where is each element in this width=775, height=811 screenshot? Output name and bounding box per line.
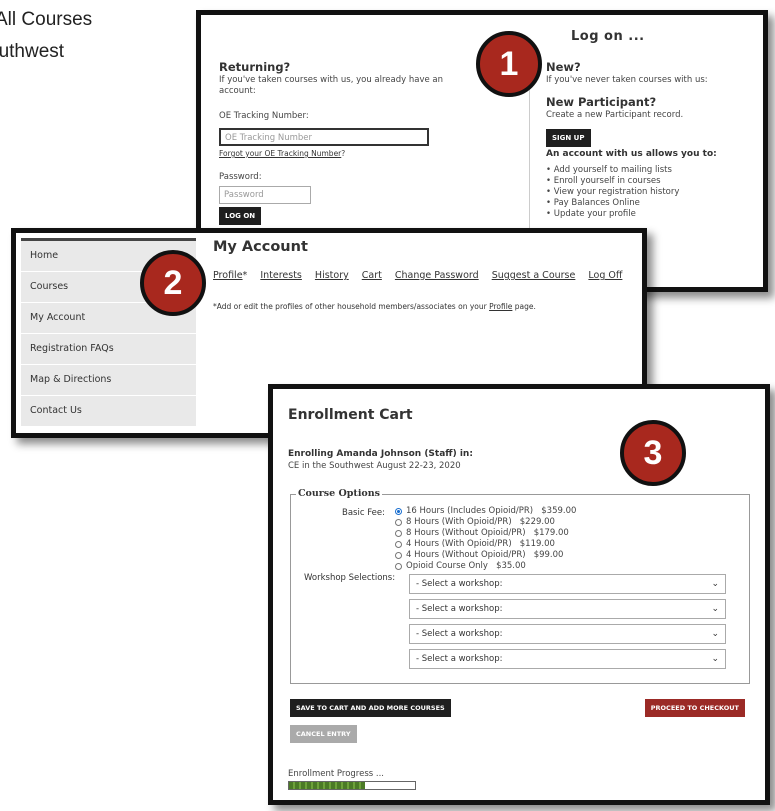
radio[interactable] — [395, 552, 402, 559]
new-heading: New? — [546, 60, 581, 74]
workshop-select-2[interactable]: - Select a workshop: ⌄ — [409, 599, 726, 619]
returning-desc: If you've taken courses with us, you alr… — [219, 75, 444, 96]
chevron-down-icon: ⌄ — [711, 604, 719, 614]
benefit-item: • Pay Balances Online — [546, 198, 640, 208]
benefit-item: • Add yourself to mailing lists — [546, 165, 672, 175]
password-input[interactable]: Password — [219, 186, 311, 204]
step-badge-3: 3 — [620, 420, 686, 486]
enrollment-progress-bar — [288, 781, 416, 790]
tracking-label: OE Tracking Number: — [219, 111, 309, 121]
nav-change-password[interactable]: Change Password — [395, 270, 479, 281]
workshop-select-4[interactable]: - Select a workshop: ⌄ — [409, 649, 726, 669]
fee-option[interactable]: 16 Hours (Includes Opioid/PR) $359.00 — [395, 506, 576, 517]
workshop-select-3[interactable]: - Select a workshop: ⌄ — [409, 624, 726, 644]
radio[interactable] — [395, 530, 402, 537]
nav-logoff[interactable]: Log Off — [588, 270, 622, 281]
chevron-down-icon: ⌄ — [711, 579, 719, 589]
radio-selected[interactable] — [395, 508, 402, 515]
step-badge-2: 2 — [140, 250, 206, 316]
workshop-label: Workshop Selections: — [304, 573, 396, 583]
new-desc: If you've never taken courses with us: — [546, 75, 708, 85]
forgot-tracking-link[interactable]: Forgot your OE Tracking Number — [219, 149, 341, 158]
progress-label: Enrollment Progress ... — [288, 769, 385, 779]
nav-profile[interactable]: Profile — [213, 270, 243, 281]
account-nav: Profile* Interests History Cart Change P… — [213, 270, 632, 281]
nav-history[interactable]: History — [315, 270, 349, 281]
tracking-input[interactable]: OE Tracking Number — [219, 128, 429, 146]
save-to-cart-button[interactable]: SAVE TO CART AND ADD MORE COURSES — [290, 699, 451, 717]
sidebar-item-map-directions[interactable]: Map & Directions — [21, 365, 196, 396]
workshop-select-1[interactable]: - Select a workshop: ⌄ — [409, 574, 726, 594]
nav-profile-mark: * — [242, 270, 248, 281]
returning-heading: Returning? — [219, 60, 291, 74]
cancel-entry-button[interactable]: CANCEL ENTRY — [290, 725, 357, 743]
benefit-item: • Enroll yourself in courses — [546, 176, 661, 186]
course-options: Course Options Basic Fee: 16 Hours (Incl… — [290, 488, 750, 684]
benefit-item: • View your registration history — [546, 187, 680, 197]
logon-title: Log on ... — [571, 29, 645, 44]
fee-option[interactable]: 4 Hours (Without Opioid/PR) $99.00 — [395, 550, 576, 561]
radio[interactable] — [395, 519, 402, 526]
cart-title: Enrollment Cart — [288, 407, 413, 423]
fee-option[interactable]: 8 Hours (Without Opioid/PR) $179.00 — [395, 528, 576, 539]
radio[interactable] — [395, 563, 402, 570]
basic-fee-label: Basic Fee: — [342, 508, 385, 518]
signup-button[interactable]: SIGN UP — [546, 129, 591, 147]
nav-suggest-course[interactable]: Suggest a Course — [492, 270, 576, 281]
session-name: CE in the Southwest August 22-23, 2020 — [288, 461, 461, 471]
sidebar-item-contact-us[interactable]: Contact Us — [21, 396, 196, 427]
profile-note: *Add or edit the profiles of other house… — [213, 302, 536, 311]
nav-cart[interactable]: Cart — [362, 270, 382, 281]
note-profile-link[interactable]: Profile — [489, 302, 512, 311]
cart-panel: Enrollment Cart Enrolling Amanda Johnson… — [268, 384, 770, 805]
new-participant-desc: Create a new Participant record. — [546, 110, 684, 120]
fee-option[interactable]: Opioid Course Only $35.00 — [395, 561, 576, 572]
enrolling-label: Enrolling Amanda Johnson (Staff) in: — [288, 449, 473, 459]
forgot-suffix: ? — [341, 149, 346, 158]
new-participant-heading: New Participant? — [546, 95, 657, 109]
sidebar-item-registration-faqs[interactable]: Registration FAQs — [21, 334, 196, 365]
page-title: My Account — [213, 239, 308, 255]
chevron-down-icon: ⌄ — [711, 654, 719, 664]
progress-fill — [289, 782, 365, 789]
chevron-down-icon: ⌄ — [711, 629, 719, 639]
benefit-item: • Update your profile — [546, 209, 636, 219]
forgot-tracking: Forgot your OE Tracking Number? — [219, 148, 345, 159]
nav-interests[interactable]: Interests — [260, 270, 302, 281]
fee-options: 16 Hours (Includes Opioid/PR) $359.00 8 … — [395, 506, 576, 572]
background-line-1: ct All Courses — [0, 9, 93, 30]
proceed-checkout-button[interactable]: PROCEED TO CHECKOUT — [644, 699, 745, 717]
benefits-heading: An account with us allows you to: — [546, 149, 717, 159]
course-options-legend: Course Options — [296, 488, 383, 499]
password-label: Password: — [219, 172, 262, 182]
radio[interactable] — [395, 541, 402, 548]
logon-button[interactable]: LOG ON — [219, 207, 262, 225]
step-badge-1: 1 — [476, 31, 542, 97]
fee-option[interactable]: 4 Hours (With Opioid/PR) $119.00 — [395, 539, 576, 550]
benefits-list: • Add yourself to mailing lists • Enroll… — [546, 165, 679, 220]
background-line-2: outhwest — [0, 41, 65, 62]
fee-option[interactable]: 8 Hours (With Opioid/PR) $229.00 — [395, 517, 576, 528]
